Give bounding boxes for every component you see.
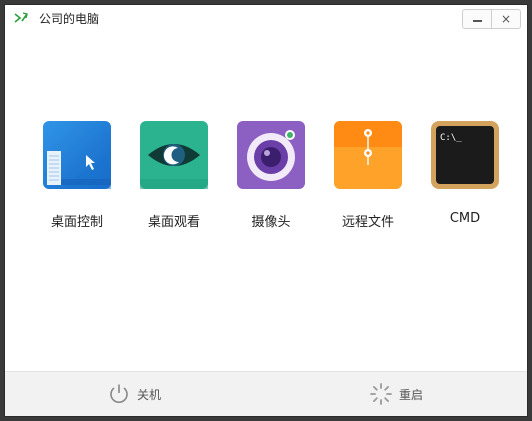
minimize-button[interactable] <box>463 10 491 28</box>
tile-label: CMD <box>449 211 481 226</box>
close-button[interactable]: × <box>491 10 520 28</box>
camera-icon <box>237 121 305 189</box>
tile-camera[interactable]: 摄像头 <box>227 117 315 237</box>
tile-label: 远程文件 <box>341 215 394 230</box>
title-bar: 公司的电脑 × <box>5 5 527 33</box>
app-window: 公司的电脑 × 桌面控制 桌面观看 摄像头 远程文件 C:\_ CMD 关机 重… <box>4 4 528 417</box>
restart-label: 重启 <box>399 387 424 402</box>
shutdown-button[interactable]: 关机 <box>107 380 161 408</box>
footer-bar: 关机 重启 <box>5 371 527 416</box>
shutdown-label: 关机 <box>137 387 162 402</box>
tile-label: 桌面控制 <box>50 215 103 230</box>
folder-icon <box>334 121 402 189</box>
terminal-icon: C:\_ <box>431 121 499 189</box>
terminal-prompt: C:\_ <box>440 133 462 143</box>
tile-cmd[interactable]: C:\_ CMD <box>421 117 509 237</box>
window-title: 公司的电脑 <box>39 12 100 26</box>
tile-label: 摄像头 <box>251 215 291 230</box>
minimize-icon <box>472 20 482 22</box>
eye-icon <box>140 121 208 189</box>
tile-desktop-view[interactable]: 桌面观看 <box>130 117 218 237</box>
restart-button[interactable]: 重启 <box>369 380 423 408</box>
app-logo-icon <box>14 12 28 23</box>
desktop-control-icon <box>43 121 111 189</box>
close-icon: × <box>500 12 512 26</box>
tile-label: 桌面观看 <box>147 215 200 230</box>
tile-desktop-control[interactable]: 桌面控制 <box>33 117 121 237</box>
window-controls: × <box>462 9 521 29</box>
tile-remote-files[interactable]: 远程文件 <box>324 117 412 237</box>
feature-tiles: 桌面控制 桌面观看 摄像头 远程文件 C:\_ CMD <box>33 117 513 237</box>
restart-spinner-icon <box>370 383 392 405</box>
power-icon <box>110 384 128 403</box>
